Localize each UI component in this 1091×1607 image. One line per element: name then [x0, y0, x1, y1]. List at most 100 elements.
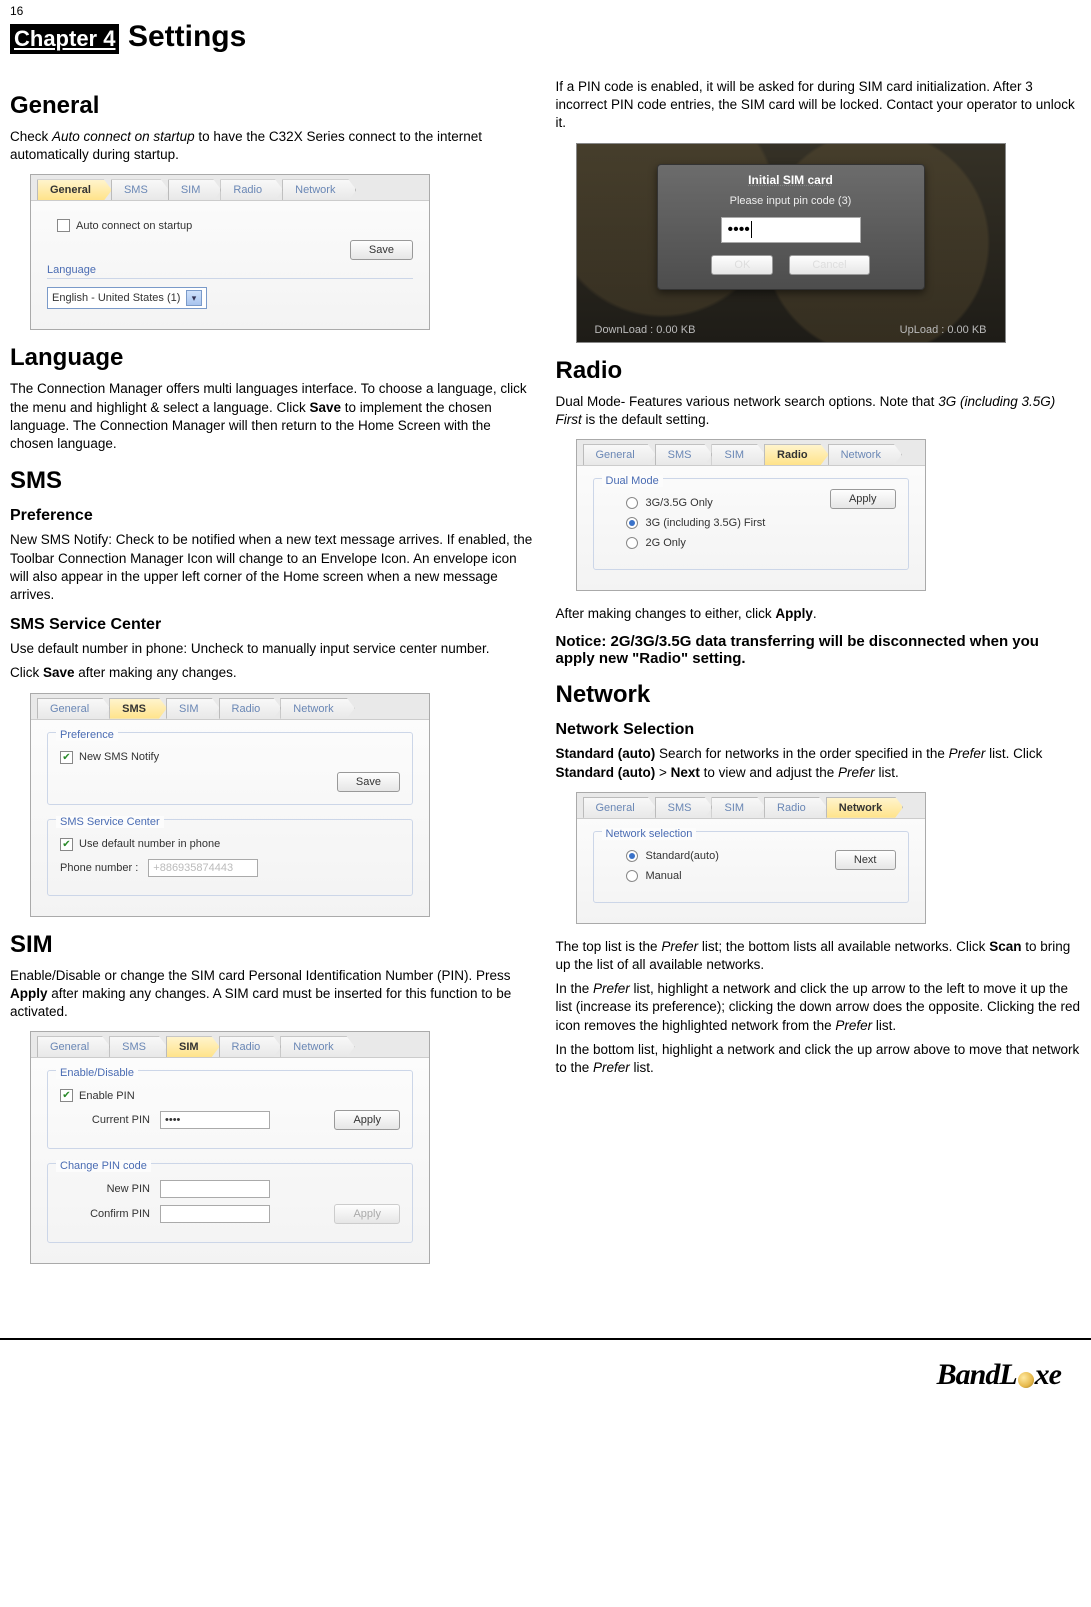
- radio-3g-first[interactable]: [626, 517, 638, 529]
- tab-sim[interactable]: SIM: [711, 797, 765, 818]
- chapter-label: Chapter 4: [10, 24, 119, 54]
- text: .: [813, 606, 817, 621]
- change-pin-group-label: Change PIN code: [56, 1160, 151, 1172]
- tabs: General SMS SIM Radio Network: [577, 440, 925, 466]
- auto-connect-checkbox[interactable]: [57, 219, 70, 232]
- tab-general[interactable]: General: [37, 179, 112, 200]
- current-pin-input[interactable]: ••••: [160, 1111, 270, 1129]
- confirm-pin-label: Confirm PIN: [60, 1208, 150, 1220]
- tab-sms[interactable]: SMS: [655, 797, 713, 818]
- tab-sim[interactable]: SIM: [711, 444, 765, 465]
- tab-sim[interactable]: SIM: [168, 179, 222, 200]
- text-bold: Save: [309, 400, 341, 415]
- tab-radio[interactable]: Radio: [764, 797, 827, 818]
- radio-manual[interactable]: [626, 870, 638, 882]
- brand-text-pre: BandL: [937, 1358, 1017, 1392]
- apply-button[interactable]: Apply: [334, 1110, 400, 1130]
- cancel-button[interactable]: Cancel: [789, 255, 869, 275]
- text: Enable/Disable or change the SIM card Pe…: [10, 968, 511, 983]
- figure-sms: General SMS SIM Radio Network Preference…: [30, 693, 430, 917]
- new-pin-label: New PIN: [60, 1183, 150, 1195]
- tab-network[interactable]: Network: [828, 444, 902, 465]
- text-italic: Prefer: [949, 746, 986, 761]
- sms-center-p1: Use default number in phone: Uncheck to …: [10, 640, 536, 658]
- text: list.: [875, 765, 899, 780]
- dialog-title: Initial SIM card: [668, 173, 914, 187]
- new-sms-notify-checkbox[interactable]: ✔: [60, 751, 73, 764]
- tab-general[interactable]: General: [37, 698, 110, 719]
- radio-standard-auto-label: Standard(auto): [646, 850, 719, 862]
- radio-manual-label: Manual: [646, 870, 682, 882]
- network-p4: In the bottom list, highlight a network …: [556, 1041, 1082, 1077]
- apply-button[interactable]: Apply: [830, 489, 896, 509]
- figure-pin-dialog: Initial SIM card Please input pin code (…: [576, 143, 1006, 343]
- phone-number-input[interactable]: +886935874443: [148, 859, 258, 877]
- phone-number-label: Phone number :: [60, 862, 138, 874]
- sms-center-group-label: SMS Service Center: [56, 816, 164, 828]
- tab-general[interactable]: General: [583, 444, 656, 465]
- text: after making any changes.: [75, 665, 237, 680]
- tab-radio[interactable]: Radio: [764, 444, 829, 465]
- tab-sms[interactable]: SMS: [655, 444, 713, 465]
- text: The top list is the: [556, 939, 662, 954]
- language-select[interactable]: English - United States (1) ▾: [47, 287, 207, 309]
- text-bold: Apply: [775, 606, 813, 621]
- tab-sms[interactable]: SMS: [111, 179, 169, 200]
- new-pin-input[interactable]: [160, 1180, 270, 1198]
- tab-general[interactable]: General: [37, 1036, 110, 1057]
- use-default-checkbox[interactable]: ✔: [60, 838, 73, 851]
- radio-standard-auto[interactable]: [626, 850, 638, 862]
- chapter-title: Settings: [128, 20, 246, 53]
- tab-radio[interactable]: Radio: [219, 1036, 282, 1057]
- text-italic: Prefer: [838, 765, 875, 780]
- preference-paragraph: New SMS Notify: Check to be notified whe…: [10, 531, 536, 604]
- tab-network[interactable]: Network: [826, 797, 903, 818]
- network-p2: The top list is the Prefer list; the bot…: [556, 938, 1082, 974]
- current-pin-label: Current PIN: [60, 1114, 150, 1126]
- tab-sms[interactable]: SMS: [109, 1036, 167, 1057]
- tabs: General SMS SIM Radio Network: [31, 694, 429, 720]
- radio-2g-only-label: 2G Only: [646, 537, 686, 549]
- text-italic: Prefer: [835, 1018, 872, 1033]
- dialog-message: Please input pin code (3): [668, 195, 914, 207]
- tabs: General SMS SIM Radio Network: [31, 1032, 429, 1058]
- text: is the default setting.: [582, 412, 710, 427]
- left-column: General Check Auto connect on startup to…: [10, 78, 536, 1278]
- tab-general[interactable]: General: [583, 797, 656, 818]
- tab-sim[interactable]: SIM: [166, 1036, 220, 1057]
- ok-button[interactable]: OK: [711, 255, 773, 275]
- save-button[interactable]: Save: [350, 240, 413, 260]
- text: Check: [10, 129, 52, 144]
- text-bold: Scan: [989, 939, 1021, 954]
- sim-paragraph: Enable/Disable or change the SIM card Pe…: [10, 967, 536, 1022]
- next-button[interactable]: Next: [835, 850, 896, 870]
- enable-pin-checkbox[interactable]: ✔: [60, 1089, 73, 1102]
- tab-network[interactable]: Network: [282, 179, 356, 200]
- pin-input[interactable]: ••••: [721, 217, 861, 243]
- chevron-down-icon[interactable]: ▾: [186, 290, 202, 306]
- figure-radio: General SMS SIM Radio Network Dual Mode …: [576, 439, 926, 591]
- radio-notice: Notice: 2G/3G/3.5G data transferring wil…: [556, 633, 1082, 667]
- upload-status: UpLoad : 0.00 KB: [900, 324, 987, 336]
- tab-sim[interactable]: SIM: [166, 698, 220, 719]
- tab-radio[interactable]: Radio: [220, 179, 283, 200]
- text: In the: [556, 981, 594, 996]
- text-italic: Auto connect on startup: [52, 129, 195, 144]
- tabs: General SMS SIM Radio Network: [31, 175, 429, 201]
- tab-radio[interactable]: Radio: [219, 698, 282, 719]
- new-sms-notify-label: New SMS Notify: [79, 751, 159, 763]
- text: list.: [630, 1060, 654, 1075]
- network-selection-group-label: Network selection: [602, 828, 697, 840]
- tab-sms[interactable]: SMS: [109, 698, 167, 719]
- radio-after: After making changes to either, click Ap…: [556, 605, 1082, 623]
- tab-network[interactable]: Network: [280, 698, 354, 719]
- radio-3g-only[interactable]: [626, 497, 638, 509]
- text-bold: Apply: [10, 986, 48, 1001]
- confirm-pin-input[interactable]: [160, 1205, 270, 1223]
- save-button[interactable]: Save: [337, 772, 400, 792]
- text: Click: [10, 665, 43, 680]
- tab-network[interactable]: Network: [280, 1036, 354, 1057]
- auto-connect-label: Auto connect on startup: [76, 220, 192, 232]
- radio-2g-only[interactable]: [626, 537, 638, 549]
- text-bold: Save: [43, 665, 75, 680]
